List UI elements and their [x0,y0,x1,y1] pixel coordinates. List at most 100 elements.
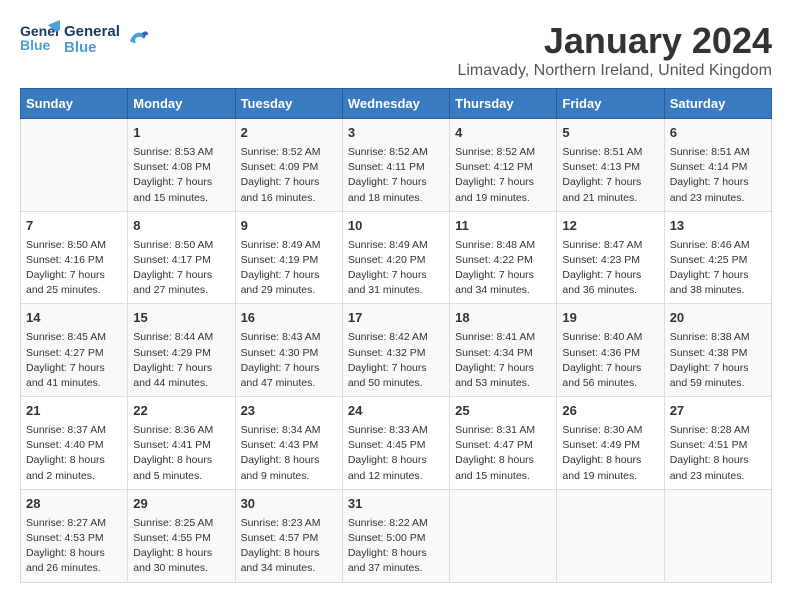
day-info: Sunrise: 8:52 AMSunset: 4:09 PMDaylight:… [241,145,337,206]
day-cell: 23Sunrise: 8:34 AMSunset: 4:43 PMDayligh… [235,397,342,490]
day-info: Sunrise: 8:48 AMSunset: 4:22 PMDaylight:… [455,238,551,299]
day-number: 7 [26,217,122,236]
day-cell: 1 Sunrise: 8:53 AMSunset: 4:08 PMDaylight… [128,119,235,212]
day-cell: 30 Sunrise: 8:23 AMSunset: 4:57 PMDayligh… [235,489,342,582]
column-header-tuesday: Tuesday [235,89,342,119]
calendar-table: SundayMondayTuesdayWednesdayThursdayFrid… [20,88,772,583]
day-info: Sunrise: 8:34 AMSunset: 4:43 PMDaylight:… [241,423,337,484]
day-info: Sunrise: 8:27 AMSunset: 4:53 PMDaylight:… [26,516,122,577]
day-number: 20 [670,309,766,328]
column-header-saturday: Saturday [664,89,771,119]
day-cell: 18 Sunrise: 8:41 AMSunset: 4:34 PMDayligh… [450,304,557,397]
day-info: Sunrise: 8:28 AMSunset: 4:51 PMDaylight:… [670,423,766,484]
day-cell [21,119,128,212]
day-number: 4 [455,124,551,143]
day-cell: 6 Sunrise: 8:51 AMSunset: 4:14 PMDaylight… [664,119,771,212]
day-cell: 12Sunrise: 8:47 AMSunset: 4:23 PMDayligh… [557,211,664,304]
logo-icon: General Blue [20,20,60,60]
day-number: 6 [670,124,766,143]
day-number: 15 [133,309,229,328]
day-number: 22 [133,402,229,421]
day-info: Sunrise: 8:36 AMSunset: 4:41 PMDaylight:… [133,423,229,484]
day-number: 3 [348,124,444,143]
day-cell: 28 Sunrise: 8:27 AMSunset: 4:53 PMDayligh… [21,489,128,582]
day-number: 17 [348,309,444,328]
day-info: Sunrise: 8:42 AMSunset: 4:32 PMDaylight:… [348,330,444,391]
column-header-monday: Monday [128,89,235,119]
column-header-sunday: Sunday [21,89,128,119]
column-header-friday: Friday [557,89,664,119]
day-cell: 27 Sunrise: 8:28 AMSunset: 4:51 PMDayligh… [664,397,771,490]
day-info: Sunrise: 8:44 AMSunset: 4:29 PMDaylight:… [133,330,229,391]
day-info: Sunrise: 8:51 AMSunset: 4:13 PMDaylight:… [562,145,658,206]
day-info: Sunrise: 8:46 AMSunset: 4:25 PMDaylight:… [670,238,766,299]
day-cell: 19 Sunrise: 8:40 AMSunset: 4:36 PMDayligh… [557,304,664,397]
day-number: 18 [455,309,551,328]
logo-text: General Blue [64,24,120,57]
day-cell: 29 Sunrise: 8:25 AMSunset: 4:55 PMDayligh… [128,489,235,582]
day-info: Sunrise: 8:51 AMSunset: 4:14 PMDaylight:… [670,145,766,206]
day-number: 8 [133,217,229,236]
day-cell: 25 Sunrise: 8:31 AMSunset: 4:47 PMDayligh… [450,397,557,490]
day-number: 16 [241,309,337,328]
day-cell [557,489,664,582]
day-info: Sunrise: 8:50 AMSunset: 4:16 PMDaylight:… [26,238,122,299]
svg-text:Blue: Blue [20,37,51,53]
day-cell: 3Sunrise: 8:52 AMSunset: 4:11 PMDaylight… [342,119,449,212]
day-number: 21 [26,402,122,421]
day-info: Sunrise: 8:25 AMSunset: 4:55 PMDaylight:… [133,516,229,577]
logo: General Blue General Blue [20,20,148,60]
day-number: 29 [133,495,229,514]
day-number: 19 [562,309,658,328]
day-number: 12 [562,217,658,236]
day-info: Sunrise: 8:30 AMSunset: 4:49 PMDaylight:… [562,423,658,484]
column-header-wednesday: Wednesday [342,89,449,119]
day-number: 27 [670,402,766,421]
day-info: Sunrise: 8:53 AMSunset: 4:08 PMDaylight:… [133,145,229,206]
day-cell: 22 Sunrise: 8:36 AMSunset: 4:41 PMDayligh… [128,397,235,490]
day-cell: 11Sunrise: 8:48 AMSunset: 4:22 PMDayligh… [450,211,557,304]
day-cell: 24Sunrise: 8:33 AMSunset: 4:45 PMDayligh… [342,397,449,490]
day-info: Sunrise: 8:43 AMSunset: 4:30 PMDaylight:… [241,330,337,391]
day-number: 2 [241,124,337,143]
title-block: January 2024 Limavady, Northern Ireland,… [457,20,772,80]
day-cell: 21 Sunrise: 8:37 AMSunset: 4:40 PMDayligh… [21,397,128,490]
month-title: January 2024 [457,20,772,62]
day-number: 14 [26,309,122,328]
day-cell: 8Sunrise: 8:50 AMSunset: 4:17 PMDaylight… [128,211,235,304]
day-cell: 10Sunrise: 8:49 AMSunset: 4:20 PMDayligh… [342,211,449,304]
day-number: 30 [241,495,337,514]
day-cell [450,489,557,582]
day-info: Sunrise: 8:40 AMSunset: 4:36 PMDaylight:… [562,330,658,391]
day-number: 31 [348,495,444,514]
day-info: Sunrise: 8:23 AMSunset: 4:57 PMDaylight:… [241,516,337,577]
day-number: 28 [26,495,122,514]
day-info: Sunrise: 8:37 AMSunset: 4:40 PMDaylight:… [26,423,122,484]
day-info: Sunrise: 8:41 AMSunset: 4:34 PMDaylight:… [455,330,551,391]
day-cell: 2 Sunrise: 8:52 AMSunset: 4:09 PMDaylight… [235,119,342,212]
day-cell: 14 Sunrise: 8:45 AMSunset: 4:27 PMDayligh… [21,304,128,397]
day-cell: 26Sunrise: 8:30 AMSunset: 4:49 PMDayligh… [557,397,664,490]
day-number: 25 [455,402,551,421]
day-info: Sunrise: 8:52 AMSunset: 4:12 PMDaylight:… [455,145,551,206]
day-cell: 7 Sunrise: 8:50 AMSunset: 4:16 PMDaylight… [21,211,128,304]
day-info: Sunrise: 8:38 AMSunset: 4:38 PMDaylight:… [670,330,766,391]
page-header: General Blue General Blue January 2024 L… [20,20,772,80]
week-row-3: 14 Sunrise: 8:45 AMSunset: 4:27 PMDayligh… [21,304,772,397]
week-row-1: 1 Sunrise: 8:53 AMSunset: 4:08 PMDaylight… [21,119,772,212]
day-number: 9 [241,217,337,236]
day-number: 1 [133,124,229,143]
day-info: Sunrise: 8:49 AMSunset: 4:19 PMDaylight:… [241,238,337,299]
day-cell [664,489,771,582]
week-row-5: 28 Sunrise: 8:27 AMSunset: 4:53 PMDayligh… [21,489,772,582]
week-row-2: 7 Sunrise: 8:50 AMSunset: 4:16 PMDaylight… [21,211,772,304]
location: Limavady, Northern Ireland, United Kingd… [457,62,772,80]
day-cell: 20 Sunrise: 8:38 AMSunset: 4:38 PMDayligh… [664,304,771,397]
day-info: Sunrise: 8:33 AMSunset: 4:45 PMDaylight:… [348,423,444,484]
day-cell: 5Sunrise: 8:51 AMSunset: 4:13 PMDaylight… [557,119,664,212]
day-info: Sunrise: 8:22 AMSunset: 5:00 PMDaylight:… [348,516,444,577]
day-number: 10 [348,217,444,236]
day-info: Sunrise: 8:45 AMSunset: 4:27 PMDaylight:… [26,330,122,391]
day-number: 13 [670,217,766,236]
day-info: Sunrise: 8:31 AMSunset: 4:47 PMDaylight:… [455,423,551,484]
